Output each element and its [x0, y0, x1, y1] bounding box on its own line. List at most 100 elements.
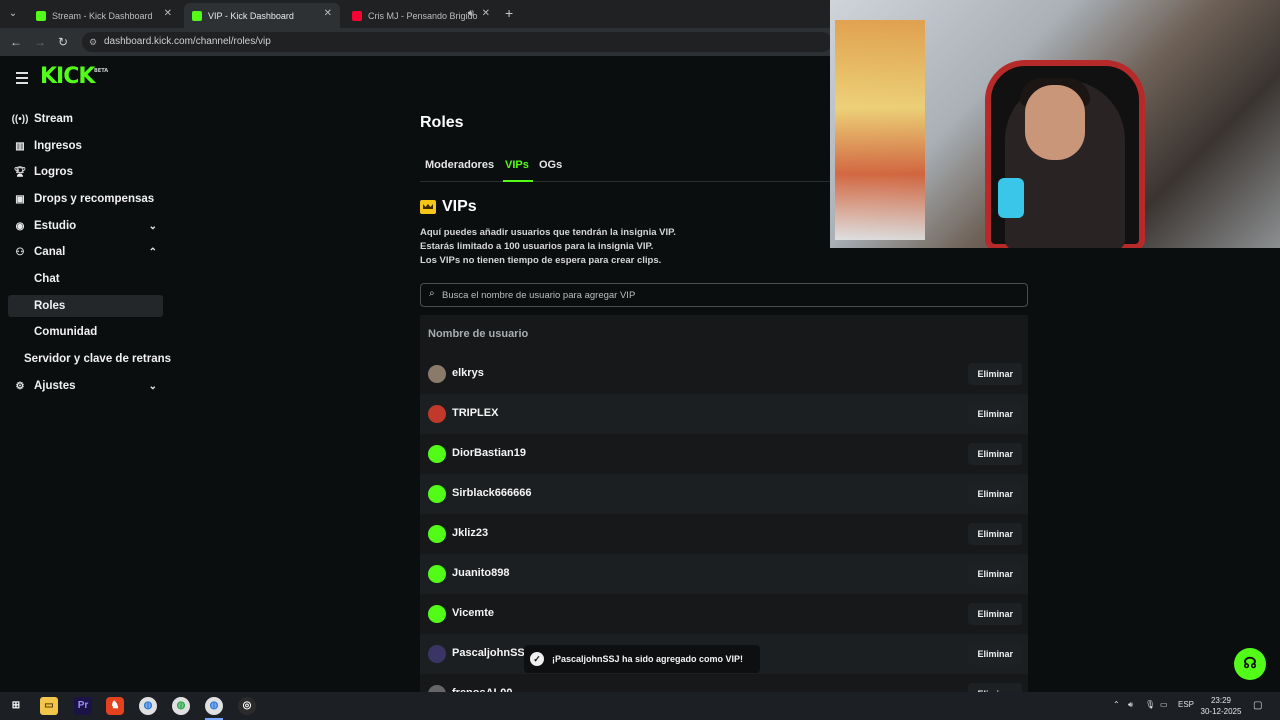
speaker-icon[interactable]: 🔊︎ — [468, 8, 474, 19]
obs-icon[interactable]: ◎ — [238, 697, 256, 715]
vip-description-line: Los VIPs no tienen tiempo de espera para… — [420, 255, 662, 266]
toast-message: ¡PascaljohnSSJ ha sido agregado como VIP… — [552, 654, 744, 664]
sidebar-item-label: Canal — [34, 246, 66, 258]
support-chat-button[interactable]: ☊ — [1234, 648, 1266, 680]
browser-tab-vip[interactable]: VIP - Kick Dashboard ✕ — [184, 3, 340, 28]
table-row: Sirblack666666 Eliminar — [420, 474, 1028, 514]
close-tab-icon[interactable]: ✕ — [164, 8, 172, 19]
forward-arrow-icon[interactable]: → — [34, 35, 46, 49]
chevron-down-icon: ⌄ — [148, 220, 157, 232]
microphone-icon[interactable]: 🎙︎ — [1145, 700, 1155, 709]
table-row: elkrys Eliminar — [420, 354, 1028, 394]
sidebar-item-drops[interactable]: ▣ Drops y recompensas — [8, 188, 163, 210]
back-arrow-icon[interactable]: ← — [10, 35, 22, 49]
trophy-icon: 🏆︎ — [13, 166, 27, 178]
browser-tab-youtube[interactable]: Cris MJ - Pensando Brigido 🔊︎ ✕ — [344, 3, 498, 28]
tab-search-chevron-icon[interactable]: ⌄ — [4, 6, 22, 22]
username: TRIPLEX — [452, 407, 499, 419]
sidebar-item-label: Drops y recompensas — [34, 193, 155, 205]
sidebar-item-label: Ingresos — [34, 140, 82, 152]
network-icon[interactable]: ▭ — [1160, 700, 1168, 709]
chrome-icon[interactable]: ◍ — [139, 697, 157, 715]
remove-vip-button[interactable]: Eliminar — [968, 443, 1022, 465]
hamburger-menu-icon[interactable] — [16, 72, 28, 87]
chrome-active-icon[interactable]: ◍ — [205, 697, 223, 715]
vip-search-box: ⌕ — [420, 283, 1028, 307]
tab-ogs[interactable]: OGs — [539, 159, 562, 171]
username: Sirblack666666 — [452, 487, 532, 499]
clock-date: 30-12-2025 — [1200, 707, 1242, 716]
browser-tab-stream[interactable]: Stream - Kick Dashboard ✕ — [28, 3, 180, 28]
kick-logo[interactable]: KICK BETA — [40, 64, 108, 89]
remove-vip-button[interactable]: Eliminar — [968, 563, 1022, 585]
chrome-profile-icon[interactable]: ◍ — [172, 697, 190, 715]
active-tab-indicator — [503, 180, 533, 182]
remove-vip-button[interactable]: Eliminar — [968, 643, 1022, 665]
sidebar-item-ajustes[interactable]: ⚙︎ Ajustes ⌄ — [8, 375, 163, 397]
vip-description-line: Aquí puedes añadir usuarios que tendrán … — [420, 227, 676, 238]
username: Vicemte — [452, 607, 494, 619]
avatar — [428, 365, 446, 383]
kick-favicon-icon — [192, 10, 202, 21]
gift-icon: ▣ — [15, 193, 25, 205]
crown-icon — [420, 200, 436, 214]
beta-badge: BETA — [94, 68, 109, 74]
brave-browser-icon[interactable]: ♞ — [106, 697, 124, 715]
close-tab-icon[interactable]: ✕ — [482, 8, 490, 19]
sidebar-subitem-roles[interactable]: Roles — [8, 295, 163, 317]
avatar — [428, 485, 446, 503]
vip-title: VIPs — [442, 198, 477, 215]
sidebar-item-estudio[interactable]: ◉ Estudio ⌄ — [8, 215, 163, 237]
headset-icon: ☊ — [1243, 655, 1257, 672]
chevron-down-icon: ⌄ — [148, 380, 157, 392]
remove-vip-button[interactable]: Eliminar — [968, 363, 1022, 385]
remove-vip-button[interactable]: Eliminar — [968, 523, 1022, 545]
sidebar-item-ingresos[interactable]: ▥ Ingresos — [8, 135, 163, 157]
volume-icon[interactable]: 🔊︎ — [1128, 700, 1133, 710]
webcam-overlay — [830, 0, 1280, 248]
vip-search-input[interactable] — [442, 288, 1002, 302]
sidebar-subitem-servidor[interactable]: Servidor y clave de retrans — [8, 348, 183, 370]
tab-vips[interactable]: VIPs — [505, 159, 529, 171]
tab-moderadores[interactable]: Moderadores — [425, 159, 494, 171]
remove-vip-button[interactable]: Eliminar — [968, 403, 1022, 425]
tab-title: VIP - Kick Dashboard — [208, 10, 294, 21]
sidebar-item-logros[interactable]: 🏆︎ Logros — [8, 161, 163, 183]
tab-title: Stream - Kick Dashboard — [52, 10, 153, 21]
username: Jkliz23 — [452, 527, 489, 539]
search-icon: ⌕ — [429, 288, 435, 299]
close-tab-icon[interactable]: ✕ — [324, 8, 332, 19]
avatar — [428, 685, 446, 692]
sidebar-item-label: Stream — [34, 113, 73, 125]
broadcast-icon: ((•)) — [11, 113, 29, 125]
sidebar-item-stream[interactable]: ((•)) Stream — [8, 108, 163, 130]
clock-time: 23:29 — [1210, 696, 1232, 705]
reload-icon[interactable]: ↻ — [58, 35, 68, 49]
url-field[interactable]: ⚙︎ dashboard.kick.com/channel/roles/vip — [82, 32, 832, 52]
sidebar-subitem-chat[interactable]: Chat — [8, 268, 163, 290]
page-title: Roles — [420, 114, 464, 131]
language-indicator[interactable]: ESP — [1178, 700, 1194, 709]
url-text: dashboard.kick.com/channel/roles/vip — [104, 36, 271, 47]
table-row: Jkliz23 Eliminar — [420, 514, 1028, 554]
new-tab-button[interactable]: + — [505, 5, 513, 21]
tray-chevron-up-icon[interactable]: ⌃ — [1113, 700, 1120, 709]
vip-section-heading: VIPs — [420, 198, 477, 216]
avatar — [428, 605, 446, 623]
windows-taskbar — [0, 692, 1280, 720]
notifications-icon[interactable]: ▢ — [1253, 700, 1262, 711]
vip-description-line: Estarás limitado a 100 usuarios para la … — [420, 241, 654, 252]
vip-users-table: Nombre de usuario elkrys Eliminar TRIPLEX E… — [420, 315, 1028, 692]
remove-vip-button[interactable]: Eliminar — [968, 483, 1022, 505]
windows-start-icon[interactable]: ⊞ — [7, 697, 25, 715]
file-explorer-icon[interactable]: ▭ — [40, 697, 58, 715]
sidebar-subitem-comunidad[interactable]: Comunidad — [8, 321, 163, 343]
premiere-pro-icon[interactable]: Pr — [74, 697, 92, 715]
checkmark-icon: ✓ — [530, 652, 544, 666]
sidebar-item-canal[interactable]: ⚇ Canal ⌃ — [8, 241, 163, 263]
table-row: TRIPLEX Eliminar — [420, 394, 1028, 434]
system-clock[interactable]: 23:29 30-12-2025 — [1198, 695, 1244, 717]
remove-vip-button[interactable]: Eliminar — [968, 683, 1022, 692]
remove-vip-button[interactable]: Eliminar — [968, 603, 1022, 625]
site-info-icon[interactable]: ⚙︎ — [89, 32, 97, 52]
